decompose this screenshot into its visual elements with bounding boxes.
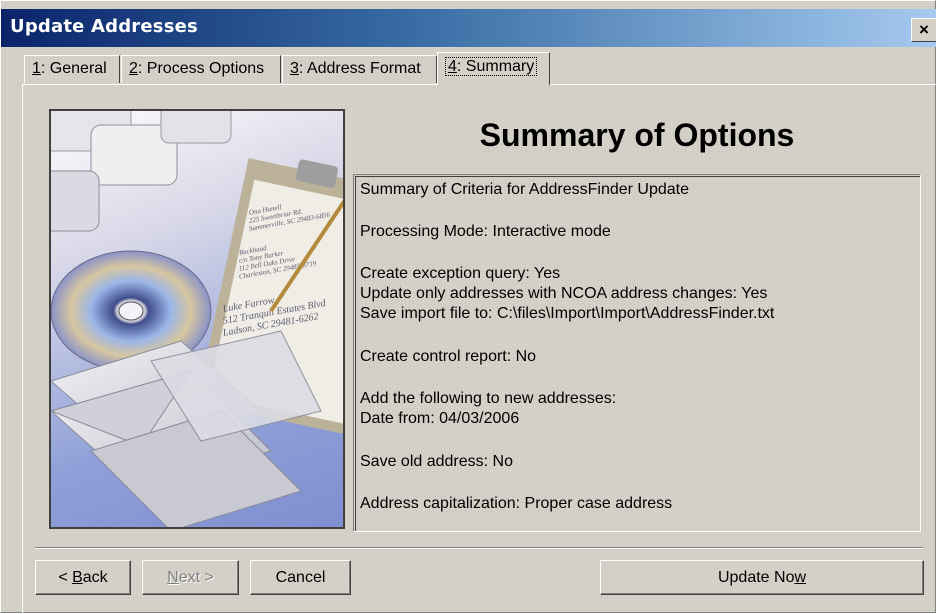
mail-clipboard-cd-illustration: Ona Hanell 225 Sweetbriar Rd. Summervill… — [49, 109, 345, 529]
back-button[interactable]: < Back — [35, 560, 131, 595]
summary-line: Update only addresses with NCOA address … — [360, 285, 768, 302]
tab-general[interactable]: 1: General — [24, 55, 120, 83]
summary-line: Summary of Criteria for AddressFinder Up… — [360, 181, 690, 198]
summary-line: Address capitalization: Proper case addr… — [360, 495, 673, 512]
summary-text-area: Summary of Criteria for AddressFinder Up… — [355, 176, 920, 531]
tab-summary[interactable]: 4: Summary — [437, 52, 550, 85]
summary-line: Save old address: No — [360, 453, 513, 470]
summary-line: Processing Mode: Interactive mode — [360, 223, 611, 240]
summary-text-box[interactable]: Summary of Criteria for AddressFinder Up… — [353, 174, 921, 532]
summary-line: Add the following to new addresses: — [360, 390, 617, 407]
update-addresses-window: Update Addresses × 1: General 2: Process… — [0, 0, 936, 614]
summary-line: Save import file to: C:\files\Import\Imp… — [360, 305, 775, 322]
close-button[interactable]: × — [911, 18, 936, 42]
tab-summary-label: 4: Summary — [445, 57, 538, 76]
title-bar[interactable]: Update Addresses × — [1, 9, 936, 47]
update-now-button[interactable]: Update Now — [600, 560, 924, 595]
close-icon: × — [919, 20, 929, 39]
summary-heading: Summary of Options — [479, 117, 795, 153]
tab-process-options[interactable]: 2: Process Options — [121, 55, 281, 83]
illustration-graphic: Ona Hanell 225 Sweetbriar Rd. Summervill… — [51, 111, 343, 527]
summary-line: Create control report: No — [360, 348, 537, 365]
cancel-button[interactable]: Cancel — [250, 560, 351, 595]
next-button[interactable]: Next > — [142, 560, 239, 595]
footer-separator — [35, 547, 923, 549]
summary-line: Create exception query: Yes — [360, 265, 561, 282]
tab-address-format[interactable]: 3: Address Format — [282, 55, 437, 83]
summary-line: Date from: 04/03/2006 — [360, 410, 520, 427]
window-title: Update Addresses — [10, 16, 198, 37]
